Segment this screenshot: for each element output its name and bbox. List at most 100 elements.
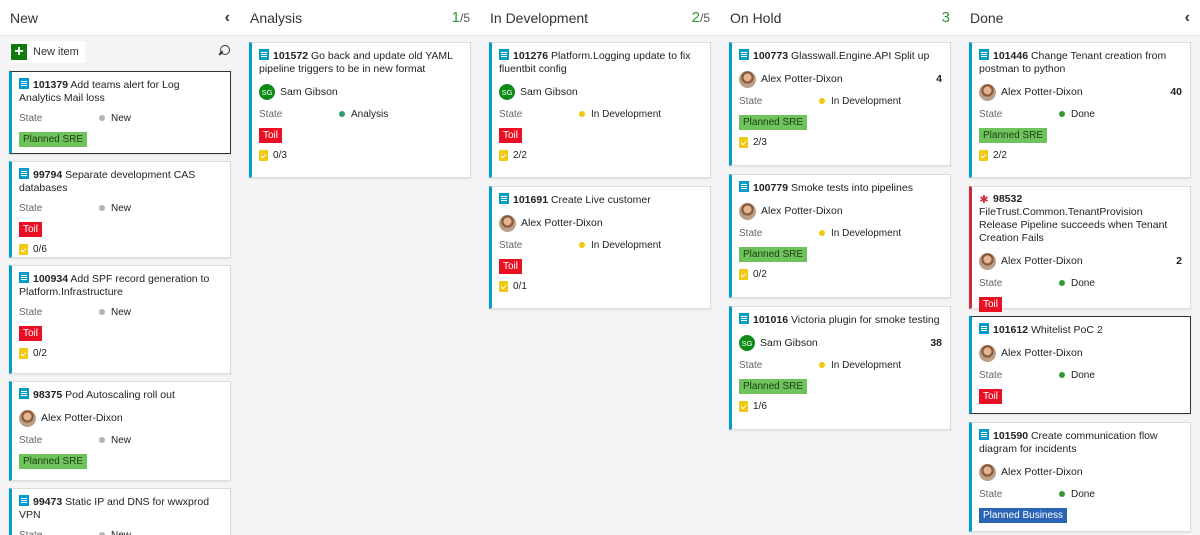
state-row: State New: [19, 112, 132, 124]
user-story-icon: [19, 272, 29, 283]
user-story-icon: [499, 49, 509, 60]
state-done-dot-icon: [1059, 111, 1065, 117]
new-item-button[interactable]: + New item: [9, 41, 85, 63]
user-story-icon: [979, 323, 989, 334]
user-story-icon: [739, 313, 749, 324]
tag-badge[interactable]: Toil: [979, 297, 1003, 312]
effort-value: 2: [1176, 255, 1182, 267]
state-row: State New: [19, 306, 132, 318]
state-analysis-dot-icon: [339, 111, 345, 117]
assignee[interactable]: SG Sam Gibson: [259, 83, 462, 101]
work-item-card[interactable]: 101446 Change Tenant creation from postm…: [969, 42, 1191, 178]
avatar: [739, 70, 756, 88]
card-title[interactable]: 101572 Go back and update old YAML pipel…: [259, 49, 462, 76]
wip-limit: 2/5: [691, 9, 710, 26]
assignee[interactable]: Alex Potter-Dixon 2: [979, 252, 1182, 270]
work-item-card[interactable]: 99794 Separate development CAS databases…: [9, 161, 231, 258]
task-progress[interactable]: 0/2: [19, 347, 222, 360]
task-progress[interactable]: 0/2: [739, 268, 942, 281]
card-title[interactable]: 101691 Create Live customer: [499, 193, 702, 207]
collapse-chevron-icon[interactable]: ‹: [225, 9, 230, 27]
tag-badge[interactable]: Planned SRE: [739, 379, 808, 394]
task-progress[interactable]: 0/1: [499, 280, 702, 293]
user-story-icon: [739, 49, 749, 60]
task-progress[interactable]: 0/6: [19, 243, 222, 256]
task-progress[interactable]: 2/3: [739, 136, 942, 149]
tag-badge[interactable]: Toil: [259, 128, 283, 143]
tag-badge[interactable]: Planned SRE: [19, 132, 88, 147]
tag-badge[interactable]: Planned Business: [979, 508, 1068, 523]
card-title[interactable]: 101276 Platform.Logging update to fix fl…: [499, 49, 702, 76]
assignee[interactable]: SG Sam Gibson 38: [739, 334, 942, 352]
card-title[interactable]: 101590 Create communication flow diagram…: [979, 429, 1182, 456]
assignee[interactable]: Alex Potter-Dixon: [979, 463, 1182, 481]
tag-badge[interactable]: Planned SRE: [979, 128, 1048, 143]
work-item-card[interactable]: 98375 Pod Autoscaling roll out Alex Pott…: [9, 381, 231, 481]
tag-badge[interactable]: Toil: [19, 222, 43, 237]
assignee[interactable]: Alex Potter-Dixon: [499, 214, 702, 232]
tag-badge[interactable]: Toil: [979, 389, 1003, 404]
task-progress[interactable]: 2/2: [499, 149, 702, 162]
assignee[interactable]: Alex Potter-Dixon 4: [739, 70, 942, 88]
card-title[interactable]: 101016 Victoria plugin for smoke testing: [739, 313, 942, 327]
state-row: State In Development: [499, 239, 662, 251]
card-title[interactable]: 101446 Change Tenant creation from postm…: [979, 49, 1182, 76]
state-row: State In Development: [739, 227, 902, 239]
card-title[interactable]: 98375 Pod Autoscaling roll out: [19, 388, 222, 402]
work-item-card[interactable]: 100779 Smoke tests into pipelines Alex P…: [729, 174, 951, 298]
card-title[interactable]: 100779 Smoke tests into pipelines: [739, 181, 942, 195]
user-story-icon: [259, 49, 269, 60]
task-progress[interactable]: 0/3: [259, 149, 462, 162]
state-new-dot-icon: [99, 115, 105, 121]
avatar: [19, 409, 36, 427]
assignee[interactable]: Alex Potter-Dixon: [19, 409, 222, 427]
task-progress[interactable]: 1/6: [739, 400, 942, 413]
user-story-icon: [979, 49, 989, 60]
tag-badge[interactable]: Planned SRE: [19, 454, 88, 469]
card-title[interactable]: 101379 Add teams alert for Log Analytics…: [19, 78, 222, 105]
column-title: New: [10, 9, 39, 26]
task-checklist-icon: [979, 150, 988, 161]
work-item-card[interactable]: 100934 Add SPF record generation to Plat…: [9, 265, 231, 374]
work-item-card[interactable]: 101276 Platform.Logging update to fix fl…: [489, 42, 711, 178]
card-title[interactable]: ✱ 98532 FileTrust.Common.TenantProvision …: [979, 193, 1182, 245]
collapse-chevron-icon[interactable]: ‹: [1185, 9, 1190, 27]
work-item-card[interactable]: 101590 Create communication flow diagram…: [969, 422, 1191, 532]
work-item-card[interactable]: 101691 Create Live customer Alex Potter-…: [489, 186, 711, 309]
task-checklist-icon: [19, 244, 28, 255]
effort-value: 4: [936, 73, 942, 85]
task-checklist-icon: [739, 269, 748, 280]
work-item-card[interactable]: 101612 Whitelist PoC 2 Alex Potter-Dixon…: [969, 316, 1191, 414]
card-title[interactable]: 99473 Static IP and DNS for wwxprod VPN: [19, 495, 222, 522]
card-title[interactable]: 100773 Glasswall.Engine.API Split up: [739, 49, 942, 63]
assignee[interactable]: Alex Potter-Dixon: [739, 202, 942, 220]
card-title[interactable]: 100934 Add SPF record generation to Plat…: [19, 272, 222, 299]
work-item-card[interactable]: 99473 Static IP and DNS for wwxprod VPN …: [9, 488, 231, 535]
search-icon[interactable]: [217, 45, 231, 59]
state-new-dot-icon: [99, 205, 105, 211]
tag-badge[interactable]: Toil: [19, 326, 43, 341]
column-done: Done ‹ 101446 Change Tenant creation fro…: [960, 0, 1200, 535]
avatar: [499, 214, 516, 232]
assignee[interactable]: Alex Potter-Dixon 40: [979, 83, 1182, 101]
user-story-icon: [739, 181, 749, 192]
state-row: State In Development: [739, 95, 902, 107]
tag-badge[interactable]: Toil: [499, 128, 523, 143]
avatar: [979, 463, 996, 481]
task-progress[interactable]: 2/2: [979, 149, 1182, 162]
work-item-card[interactable]: 101572 Go back and update old YAML pipel…: [249, 42, 471, 178]
avatar: SG: [499, 84, 515, 100]
state-row: State New: [19, 528, 222, 535]
avatar: [979, 252, 996, 270]
work-item-card[interactable]: 101016 Victoria plugin for smoke testing…: [729, 306, 951, 430]
work-item-card[interactable]: 100773 Glasswall.Engine.API Split up Ale…: [729, 42, 951, 166]
tag-badge[interactable]: Planned SRE: [739, 115, 808, 130]
tag-badge[interactable]: Toil: [499, 259, 523, 274]
work-item-card[interactable]: 101379 Add teams alert for Log Analytics…: [9, 71, 231, 154]
tag-badge[interactable]: Planned SRE: [739, 247, 808, 262]
assignee[interactable]: SG Sam Gibson: [499, 83, 702, 101]
assignee[interactable]: Alex Potter-Dixon: [979, 344, 1182, 362]
work-item-card[interactable]: ✱ 98532 FileTrust.Common.TenantProvision …: [969, 186, 1191, 312]
card-title[interactable]: 99794 Separate development CAS databases: [19, 168, 222, 195]
card-title[interactable]: 101612 Whitelist PoC 2: [979, 323, 1182, 337]
